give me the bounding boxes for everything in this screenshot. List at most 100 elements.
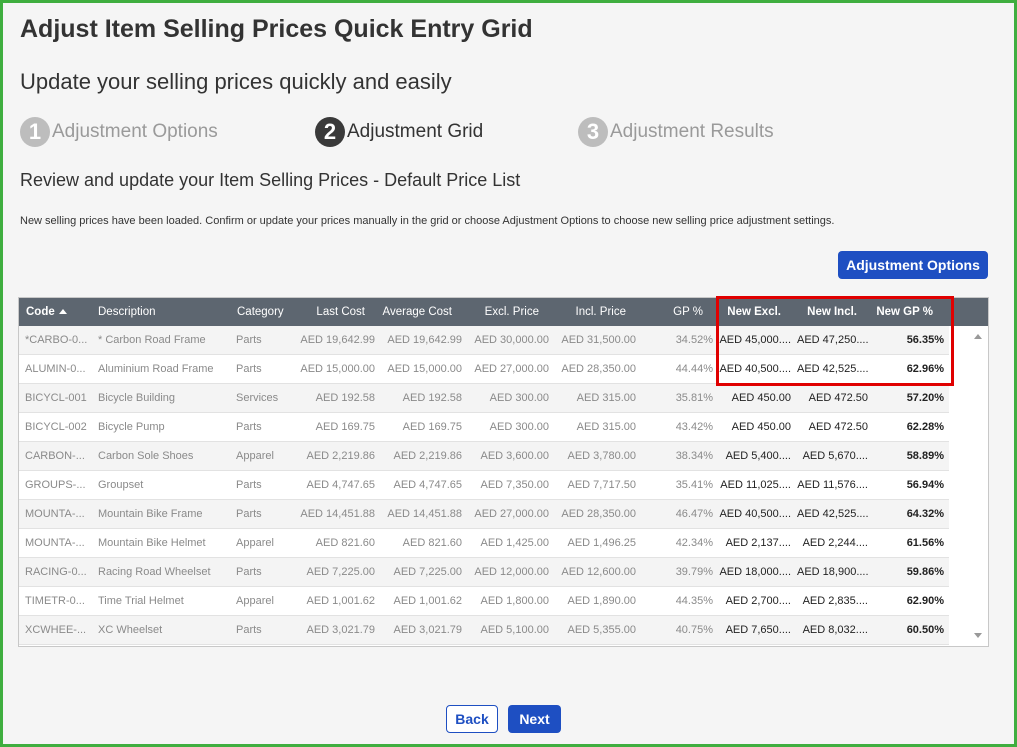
- cell-new-excl[interactable]: AED 2,137....: [719, 529, 791, 558]
- cell-description: Carbon Sole Shoes: [98, 450, 194, 462]
- cell-last-cost: AED 3,021.79: [306, 624, 376, 636]
- cell-new-gp-percent: 56.94%: [906, 479, 944, 491]
- adjustment-options-button[interactable]: Adjustment Options: [838, 251, 988, 279]
- cell-new-gp-percent: 62.28%: [906, 421, 944, 433]
- cell-excl-price: AED 27,000.00: [474, 363, 549, 375]
- cell-average-cost: AED 14,451.88: [387, 508, 462, 520]
- next-button[interactable]: Next: [508, 705, 561, 733]
- column-header-description[interactable]: Description: [98, 298, 156, 326]
- cell-new-excl[interactable]: AED 40,500....: [719, 500, 791, 529]
- cell-new-incl[interactable]: AED 8,032....: [797, 616, 868, 645]
- section-title: Review and update your Item Selling Pric…: [20, 170, 521, 190]
- table-row[interactable]: XCWHEE-... XC Wheelset Parts AED 3,021.79 AE…: [19, 616, 949, 645]
- column-header-average-cost[interactable]: Average Cost: [371, 298, 452, 326]
- cell-category: Parts: [236, 421, 262, 433]
- cell-new-incl[interactable]: AED 2,835....: [797, 587, 868, 616]
- cell-last-cost: AED 821.60: [315, 537, 375, 549]
- cell-gp-percent: 43.42%: [675, 421, 713, 433]
- cell-description: Aluminium Road Frame: [98, 363, 214, 375]
- cell-new-gp-percent: 57.20%: [906, 392, 944, 404]
- highlight-box: [716, 296, 954, 386]
- cell-code: RACING-0...: [25, 566, 87, 578]
- cell-description: Mountain Bike Helmet: [98, 537, 206, 549]
- cell-new-excl[interactable]: AED 450.00: [719, 413, 791, 442]
- cell-code: XCWHEE-...: [25, 624, 87, 636]
- column-header-code[interactable]: Code: [26, 298, 67, 326]
- cell-excl-price: AED 3,600.00: [480, 450, 550, 462]
- cell-gp-percent: 35.81%: [675, 392, 713, 404]
- back-button[interactable]: Back: [446, 705, 498, 733]
- cell-category: Apparel: [236, 537, 274, 549]
- cell-description: Racing Road Wheelset: [98, 566, 211, 578]
- cell-code: MOUNTA-...: [25, 537, 85, 549]
- scroll-down-icon[interactable]: [974, 633, 982, 638]
- column-header-category[interactable]: Category: [237, 298, 284, 326]
- cell-last-cost: AED 15,000.00: [300, 363, 375, 375]
- cell-new-excl[interactable]: AED 18,000....: [719, 558, 791, 587]
- cell-last-cost: AED 192.58: [315, 392, 375, 404]
- cell-new-incl[interactable]: AED 11,576....: [797, 471, 868, 500]
- cell-excl-price: AED 300.00: [489, 421, 549, 433]
- cell-gp-percent: 42.34%: [675, 537, 713, 549]
- cell-average-cost: AED 4,747.65: [393, 479, 463, 491]
- sort-ascending-icon: [58, 309, 67, 314]
- step-adjustment-grid[interactable]: 2 Adjustment Grid: [315, 117, 483, 147]
- cell-incl-price: AED 315.00: [576, 421, 636, 433]
- table-row[interactable]: MOUNTA-... Mountain Bike Frame Parts AED 14…: [19, 500, 949, 529]
- step-adjustment-results[interactable]: 3 Adjustment Results: [578, 117, 774, 147]
- cell-average-cost: AED 821.60: [402, 537, 462, 549]
- step-number-icon: 2: [315, 117, 345, 147]
- cell-excl-price: AED 30,000.00: [474, 334, 549, 346]
- column-header-excl-price[interactable]: Excl. Price: [459, 298, 539, 326]
- cell-new-incl[interactable]: AED 42,525....: [797, 500, 868, 529]
- cell-new-excl[interactable]: AED 11,025....: [719, 471, 791, 500]
- grid-scrollbar[interactable]: [970, 326, 988, 646]
- cell-average-cost: AED 192.58: [402, 392, 462, 404]
- step-number-icon: 1: [20, 117, 50, 147]
- cell-new-excl[interactable]: AED 2,700....: [719, 587, 791, 616]
- cell-gp-percent: 44.35%: [675, 595, 713, 607]
- cell-incl-price: AED 28,350.00: [561, 363, 636, 375]
- cell-description: Mountain Bike Frame: [98, 508, 203, 520]
- cell-code: MOUNTA-...: [25, 508, 85, 520]
- cell-new-incl[interactable]: AED 5,670....: [797, 442, 868, 471]
- step-adjustment-options[interactable]: 1 Adjustment Options: [20, 117, 218, 147]
- cell-excl-price: AED 12,000.00: [474, 566, 549, 578]
- cell-average-cost: AED 3,021.79: [393, 624, 463, 636]
- cell-new-excl[interactable]: AED 7,650....: [719, 616, 791, 645]
- scroll-up-icon[interactable]: [974, 334, 982, 339]
- cell-last-cost: AED 14,451.88: [300, 508, 375, 520]
- cell-last-cost: AED 4,747.65: [306, 479, 376, 491]
- cell-category: Parts: [236, 624, 262, 636]
- column-header-incl-price[interactable]: Incl. Price: [547, 298, 627, 326]
- cell-new-gp-percent: 64.32%: [906, 508, 944, 520]
- cell-new-incl[interactable]: AED 2,244....: [797, 529, 868, 558]
- step-label: Adjustment Grid: [347, 121, 484, 142]
- table-row[interactable]: RACING-0... Racing Road Wheelset Parts AED …: [19, 558, 949, 587]
- cell-excl-price: AED 1,425.00: [480, 537, 550, 549]
- cell-new-incl[interactable]: AED 472.50: [797, 384, 868, 413]
- cell-new-excl[interactable]: AED 450.00: [719, 384, 791, 413]
- cell-excl-price: AED 27,000.00: [474, 508, 549, 520]
- table-row[interactable]: BICYCL-001 Bicycle Building Services AED 19…: [19, 384, 949, 413]
- table-row[interactable]: TIMETR-0... Time Trial Helmet Apparel AED 1…: [19, 587, 949, 616]
- info-text: New selling prices have been loaded. Con…: [20, 215, 835, 227]
- cell-category: Parts: [236, 566, 262, 578]
- cell-code: *CARBO-0...: [25, 334, 88, 346]
- cell-new-excl[interactable]: AED 5,400....: [719, 442, 791, 471]
- table-row[interactable]: CARBON-... Carbon Sole Shoes Apparel AED 2,…: [19, 442, 949, 471]
- column-header-gp-percent[interactable]: GP %: [659, 298, 703, 326]
- cell-new-incl[interactable]: AED 472.50: [797, 413, 868, 442]
- cell-gp-percent: 35.41%: [675, 479, 713, 491]
- cell-code: BICYCL-002: [25, 421, 87, 433]
- cell-average-cost: AED 15,000.00: [387, 363, 462, 375]
- table-row[interactable]: GROUPS-... Groupset Parts AED 4,747.65 AED 4…: [19, 471, 949, 500]
- table-row[interactable]: MOUNTA-... Mountain Bike Helmet Apparel AED…: [19, 529, 949, 558]
- table-row[interactable]: BICYCL-002 Bicycle Pump Parts AED 169.75 AED…: [19, 413, 949, 442]
- cell-new-incl[interactable]: AED 18,900....: [797, 558, 868, 587]
- cell-description: * Carbon Road Frame: [98, 334, 206, 346]
- cell-description: Groupset: [98, 479, 144, 491]
- column-header-last-cost[interactable]: Last Cost: [289, 298, 365, 326]
- step-label: Adjustment Options: [52, 121, 218, 142]
- cell-category: Apparel: [236, 450, 274, 462]
